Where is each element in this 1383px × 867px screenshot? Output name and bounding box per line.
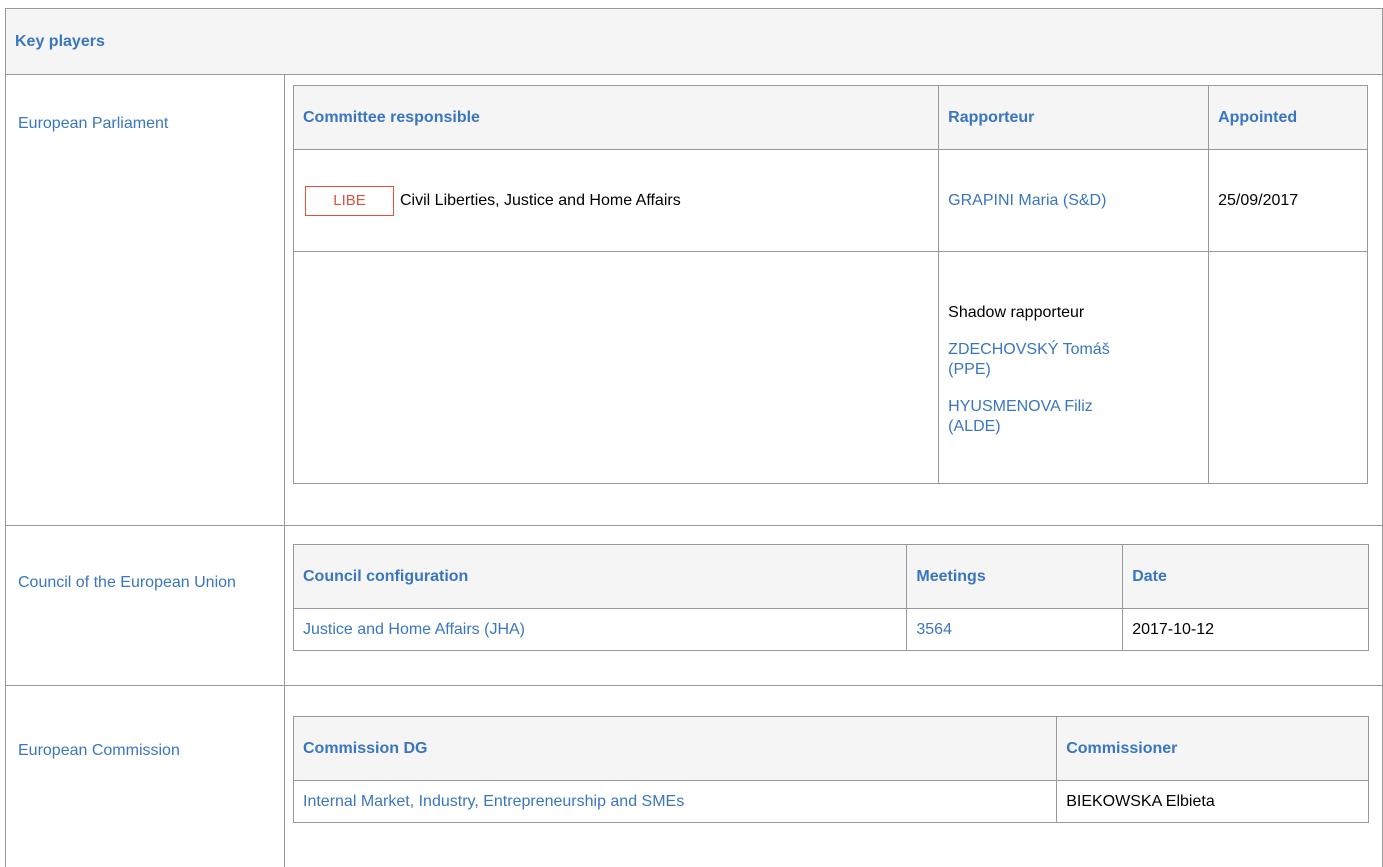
committee-header: Committee responsible (292, 85, 940, 150)
commissioner-name: BIEKOWSKA Elbieta (1056, 780, 1369, 823)
ep-committee-table: Committee responsible Rapporteur Appoint… (292, 85, 1368, 484)
european-parliament-link[interactable]: European Parliament (18, 114, 168, 134)
shadow-rapporteur-link[interactable]: HYUSMENOVA Filiz (ALDE) (948, 398, 1093, 435)
commission-table: Commission DG Commissioner Internal Mark… (292, 716, 1369, 823)
rapporteur-cell: GRAPINI Maria (S&D) (938, 149, 1210, 252)
committee-cell: LIBE Civil Liberties, Justice and Home Af… (292, 149, 940, 252)
date-header: Date (1122, 544, 1369, 609)
rapporteur-link[interactable]: GRAPINI Maria (S&D) (948, 192, 1106, 209)
configuration-header: Council configuration (292, 544, 908, 609)
committee-badge[interactable]: LIBE (305, 185, 394, 216)
column-divider (284, 75, 285, 867)
european-commission-link[interactable]: European Commission (18, 741, 180, 761)
shadow-rapporteur-link[interactable]: ZDECHOVSKÝ Tomáš (PPE) (948, 341, 1110, 378)
council-link[interactable]: Council of the European Union (18, 573, 258, 593)
row-divider (6, 685, 1382, 686)
meeting-date: 2017-10-12 (1122, 608, 1369, 651)
committee-name: Civil Liberties, Justice and Home Affair… (400, 191, 681, 209)
commission-dg-link[interactable]: Internal Market, Industry, Entrepreneurs… (303, 793, 684, 810)
meeting-link[interactable]: 3564 (916, 621, 952, 638)
section-header: Key players (6, 9, 1382, 75)
rapporteur-header: Rapporteur (938, 85, 1210, 150)
shadow-rapporteur-label: Shadow rapporteur (948, 303, 1085, 321)
appointed-header: Appointed (1208, 85, 1368, 150)
council-configuration-link[interactable]: Justice and Home Affairs (JHA) (303, 621, 525, 638)
empty-cell (292, 251, 940, 484)
section-title: Key players (15, 33, 105, 50)
council-table: Council configuration Meetings Date Just… (292, 544, 1369, 651)
shadow-rapporteur-cell: Shadow rapporteur ZDECHOVSKÝ Tomáš (PPE)… (938, 251, 1210, 484)
dg-header: Commission DG (292, 716, 1058, 781)
empty-cell (1208, 251, 1368, 484)
meetings-header: Meetings (906, 544, 1124, 609)
commissioner-header: Commissioner (1056, 716, 1369, 781)
appointed-date: 25/09/2017 (1208, 149, 1368, 252)
key-players-panel: Key players European Parliament Committe… (5, 8, 1383, 867)
row-divider (6, 525, 1382, 526)
